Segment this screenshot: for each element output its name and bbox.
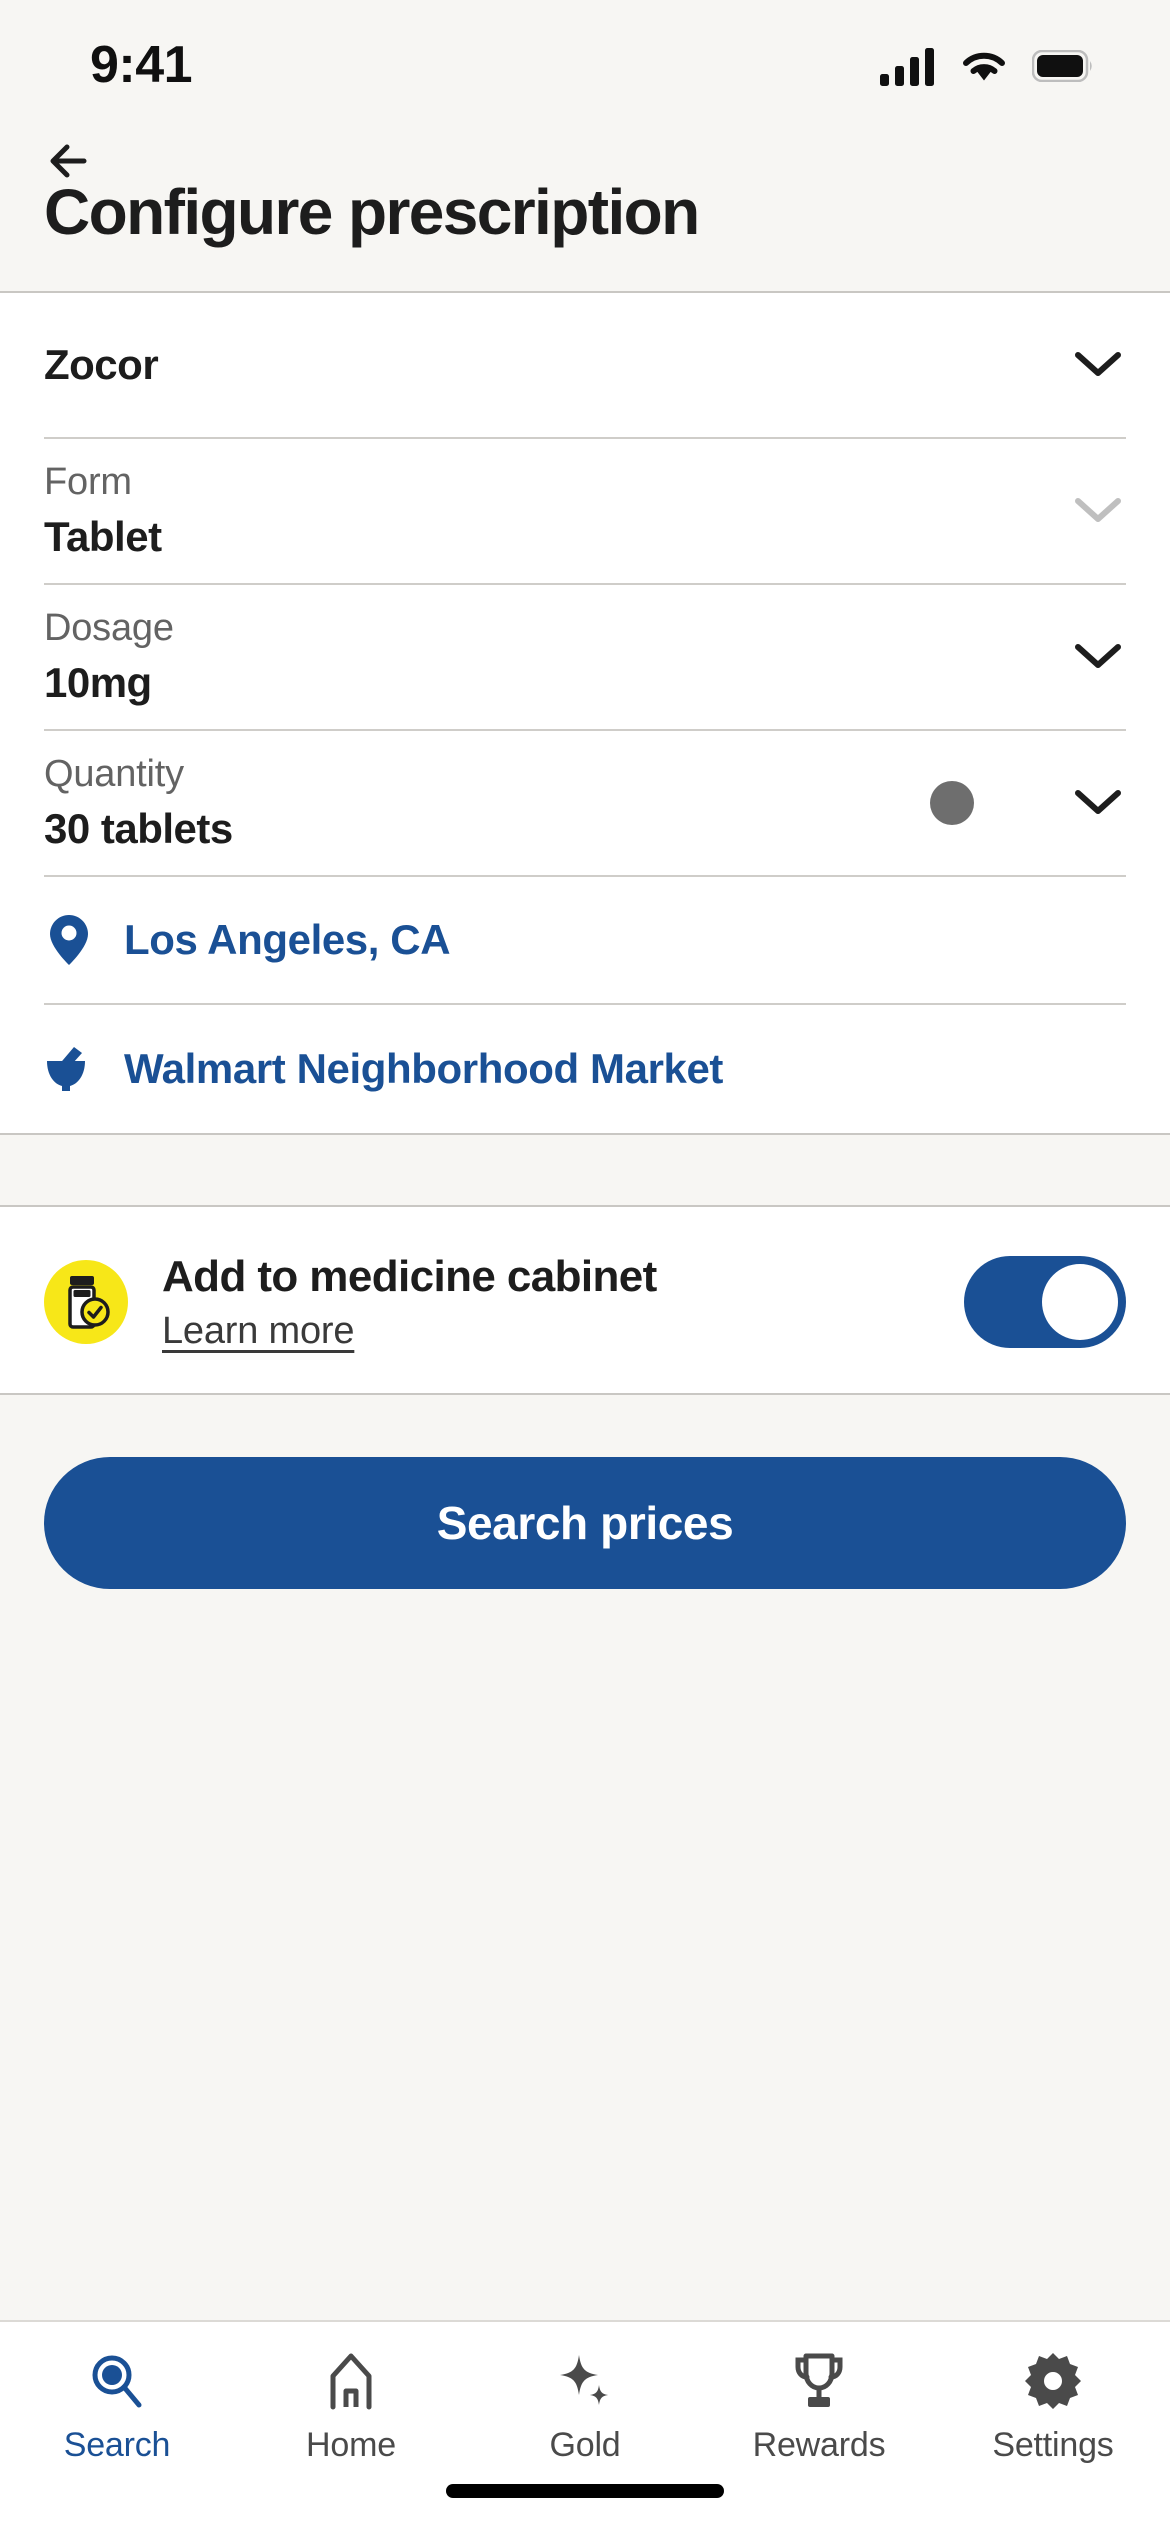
- tab-search[interactable]: Search: [0, 2348, 234, 2465]
- sparkle-icon: [555, 2348, 615, 2414]
- medicine-cabinet-row: Add to medicine cabinet Learn more: [0, 1207, 1170, 1395]
- cta-area: Search prices: [0, 1394, 1170, 2320]
- search-icon: [87, 2348, 147, 2414]
- quantity-select-row[interactable]: Quantity 30 tablets: [44, 731, 1126, 877]
- page-title: Configure prescription: [44, 176, 700, 248]
- drug-row-right: [1070, 337, 1126, 393]
- location-label: Los Angeles, CA: [124, 916, 451, 963]
- form-row-right: [1070, 483, 1126, 539]
- chevron-down-icon[interactable]: [1070, 775, 1126, 831]
- chevron-down-icon[interactable]: [1070, 629, 1126, 685]
- quantity-label: Quantity: [44, 753, 184, 795]
- prescription-fields: Zocor Form Tablet Dosage 10mg Quantity 3…: [0, 293, 1170, 1133]
- pill-shape-indicator: [930, 781, 974, 825]
- page-header: Configure prescription: [0, 124, 1170, 293]
- drug-text: Zocor: [44, 339, 159, 392]
- mortar-pestle-icon: [44, 1045, 94, 1093]
- quantity-text: Quantity 30 tablets: [44, 751, 233, 855]
- location-pin-icon: [44, 913, 94, 967]
- form-label: Form: [44, 461, 132, 503]
- tab-label-rewards: Rewards: [752, 2426, 886, 2464]
- tab-label-gold: Gold: [549, 2426, 621, 2464]
- learn-more-link[interactable]: Learn more: [162, 1310, 355, 1353]
- tab-label-search: Search: [63, 2426, 171, 2464]
- bottom-tab-bar: Search Home Gold Rewards Settings: [0, 2320, 1170, 2532]
- section-spacer: [0, 1133, 1170, 1207]
- form-value: Tablet: [44, 512, 162, 560]
- pharmacy-row[interactable]: Walmart Neighborhood Market: [44, 1005, 1126, 1133]
- gear-icon: [1023, 2348, 1083, 2414]
- status-bar: 9:41: [0, 0, 1170, 124]
- pharmacy-label: Walmart Neighborhood Market: [124, 1045, 724, 1092]
- quantity-row-right: [930, 775, 1126, 831]
- tab-label-home: Home: [306, 2426, 396, 2464]
- app-screen: 9:41 Configure prescription Zocor Form T…: [0, 0, 1170, 2532]
- form-select-row[interactable]: Form Tablet: [44, 439, 1126, 585]
- dosage-label: Dosage: [44, 607, 174, 649]
- chevron-down-icon[interactable]: [1070, 337, 1126, 393]
- search-prices-button[interactable]: Search prices: [44, 1456, 1126, 1589]
- status-time: 9:41: [90, 36, 193, 94]
- home-indicator: [446, 2484, 724, 2498]
- drug-select-row[interactable]: Zocor: [44, 293, 1126, 439]
- pill-bottle-check-icon: [44, 1259, 128, 1344]
- location-row[interactable]: Los Angeles, CA: [44, 877, 1126, 1005]
- tab-label-settings: Settings: [992, 2426, 1114, 2464]
- tab-gold[interactable]: Gold: [468, 2348, 702, 2465]
- dosage-text: Dosage 10mg: [44, 605, 174, 709]
- drug-value: Zocor: [44, 340, 159, 388]
- dosage-row-right: [1070, 629, 1126, 685]
- main-content: Zocor Form Tablet Dosage 10mg Quantity 3…: [0, 293, 1170, 2320]
- home-icon: [321, 2348, 381, 2414]
- trophy-icon: [789, 2348, 849, 2414]
- toggle-knob: [1042, 1263, 1118, 1340]
- medicine-cabinet-texts: Add to medicine cabinet Learn more: [162, 1251, 930, 1353]
- tab-rewards[interactable]: Rewards: [702, 2348, 936, 2465]
- battery-icon: [1032, 50, 1092, 82]
- chevron-down-icon: [1070, 483, 1126, 539]
- tab-settings[interactable]: Settings: [936, 2348, 1170, 2465]
- status-icons: [880, 38, 1094, 86]
- form-text: Form Tablet: [44, 459, 162, 563]
- dosage-select-row[interactable]: Dosage 10mg: [44, 585, 1126, 731]
- quantity-value: 30 tablets: [44, 804, 233, 852]
- wifi-icon: [963, 52, 1005, 81]
- medicine-cabinet-title: Add to medicine cabinet: [162, 1252, 657, 1301]
- tab-home[interactable]: Home: [234, 2348, 468, 2465]
- medicine-cabinet-toggle[interactable]: [964, 1255, 1126, 1348]
- dosage-value: 10mg: [44, 658, 152, 706]
- cellular-signal-icon: [880, 48, 934, 86]
